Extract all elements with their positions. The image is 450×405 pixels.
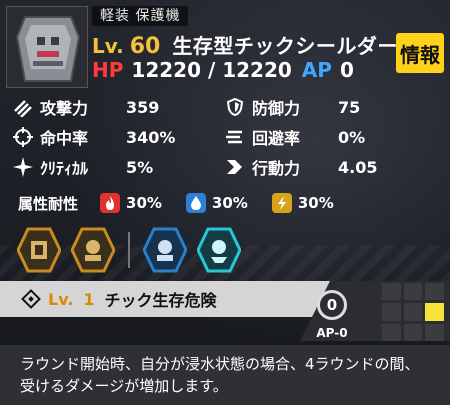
ap-cost-circle: 0 (317, 290, 347, 320)
level-value: 60 (129, 34, 161, 59)
skill-3-icon[interactable] (142, 227, 188, 273)
skill-1-icon[interactable] (16, 227, 62, 273)
unit-name: 生存型チックシールダー (172, 34, 398, 58)
hp-label: HP (92, 58, 124, 82)
hp-value: 12220 / 12220 (131, 58, 292, 82)
skill-2-icon[interactable] (70, 227, 116, 273)
stat-speed-value: 4.05 (338, 157, 378, 177)
range-cell (425, 283, 444, 301)
ice-drop-icon (185, 193, 206, 213)
range-cell (403, 323, 423, 341)
skill-description-panel: ラウンド開始時、自分が浸水状態の場合、4ラウンドの間、受けるダメージが増加します… (0, 345, 450, 405)
resistance-row: 属性耐性 30% 30% 30% (18, 190, 358, 216)
skill-diamond-icon (21, 289, 41, 309)
stat-defense-label: 防御力 (252, 99, 301, 118)
fire-icon (100, 193, 121, 213)
stat-evasion: 回避率 0% (224, 124, 365, 150)
skill-description: ラウンド開始時、自分が浸水状態の場合、4ラウンドの間、受けるダメージが増加します… (20, 355, 420, 395)
speed-arrow-icon (224, 156, 246, 178)
stat-critical-label: ｸﾘﾃｨｶﾙ (40, 159, 89, 178)
range-cell (382, 323, 401, 341)
stat-attack-label: 攻撃力 (40, 99, 89, 118)
skill-divider (128, 232, 130, 268)
crosshair-icon (12, 126, 34, 148)
range-cell (403, 303, 423, 321)
stat-defense: 防御力 75 (224, 94, 360, 120)
range-cell-active (425, 303, 444, 321)
stat-accuracy: 命中率 340% (12, 124, 175, 150)
stat-speed-label: 行動力 (252, 159, 301, 178)
resistance-electric-value: 30% (297, 194, 334, 212)
resistance-title: 属性耐性 (18, 194, 79, 213)
lightning-icon (271, 193, 292, 213)
stat-critical-value: 5% (126, 157, 154, 177)
stat-evasion-label: 回避率 (252, 129, 301, 148)
level-line: Lv. 60 生存型チックシールダー (92, 30, 398, 59)
range-cell (403, 283, 423, 301)
stat-speed: 行動力 4.05 (224, 154, 377, 180)
resistance-fire: 30% (100, 193, 162, 213)
skill-range-grid (382, 283, 444, 341)
stat-critical: ｸﾘﾃｨｶﾙ 5% (12, 154, 153, 180)
hp-line: HP 12220 / 12220 AP 0 (92, 58, 354, 84)
class-tag: 軽装 保護機 (92, 6, 189, 26)
stat-defense-value: 75 (338, 97, 361, 117)
unit-portrait (6, 6, 88, 88)
level-label: Lv. (92, 34, 124, 58)
stat-evasion-value: 0% (338, 127, 366, 147)
ap-cost-text: AP-0 (316, 326, 348, 340)
attack-icon (12, 96, 34, 118)
stat-accuracy-value: 340% (126, 127, 176, 147)
ap-label: AP (301, 58, 332, 82)
resistance-ice-value: 30% (211, 194, 248, 212)
skill-title-row: Lv. 1 チック生存危険 (21, 284, 217, 314)
evasion-icon (224, 126, 246, 148)
skill-4-icon[interactable] (196, 227, 242, 273)
stat-attack-value: 359 (126, 97, 160, 117)
skill-level-label: Lv. (48, 289, 74, 309)
resistance-fire-value: 30% (126, 194, 162, 212)
shield-icon (224, 96, 246, 118)
resistance-electric: 30% (271, 193, 334, 213)
skill-icon-row (16, 226, 242, 274)
info-button[interactable]: 情報 (396, 33, 444, 73)
skill-level-value: 1 (83, 289, 95, 309)
skill-name: チック生存危険 (104, 291, 217, 310)
range-cell (382, 303, 401, 321)
critical-star-icon (12, 156, 34, 178)
skill-ap-cost: 0 AP-0 (312, 290, 352, 340)
range-cell (425, 323, 444, 341)
stat-accuracy-label: 命中率 (40, 129, 89, 148)
stat-attack: 攻撃力 359 (12, 94, 159, 120)
ap-value: 0 (339, 58, 354, 82)
resistance-ice: 30% (185, 193, 248, 213)
range-cell (382, 283, 401, 301)
